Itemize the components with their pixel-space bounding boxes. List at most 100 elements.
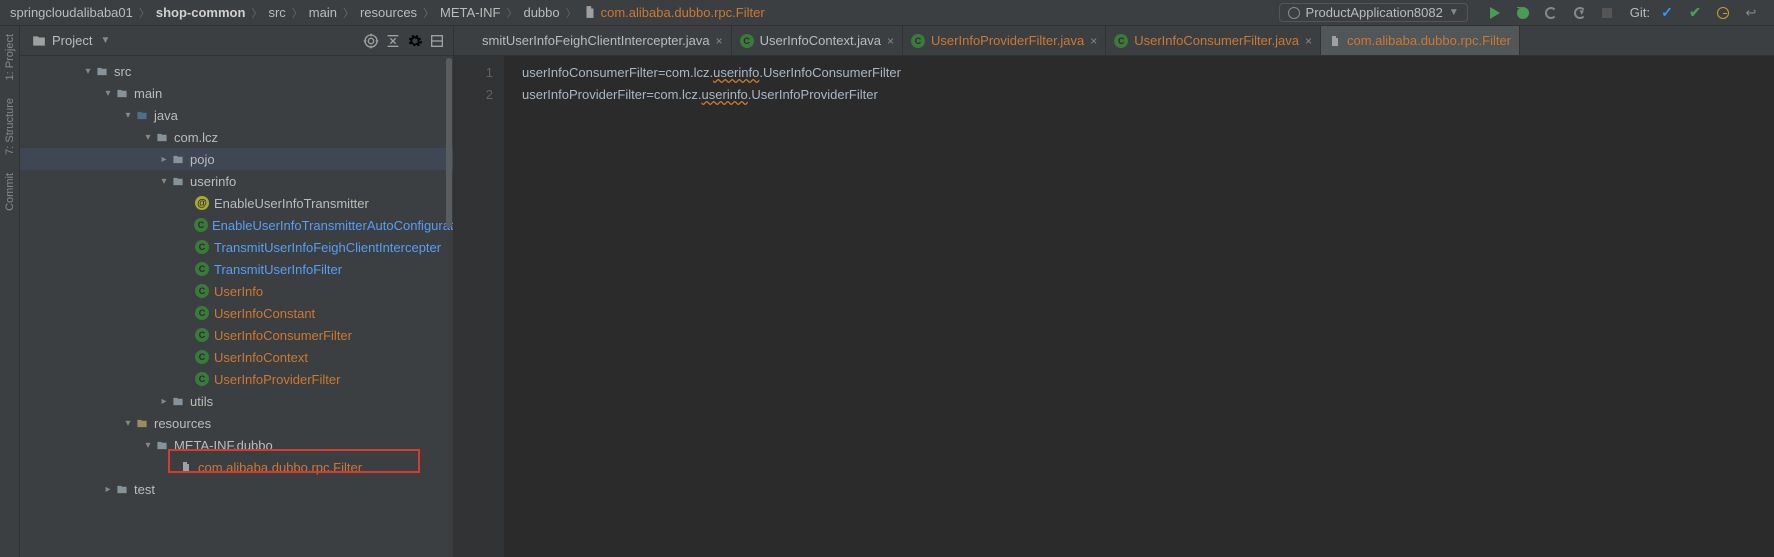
crumb[interactable]: main [305,5,341,20]
code-text: userInfoConsumerFilter=com.lcz. [522,65,713,80]
editor-tab[interactable]: C smitUserInfoFeighClientIntercepter.jav… [454,26,732,55]
tree-file-filter[interactable]: com.alibaba.dubbo.rpc.Filter [20,456,453,478]
package-icon [171,176,185,187]
class-icon: C [194,218,208,232]
tree-package-utils[interactable]: ▸utils [20,390,453,412]
play-icon [1490,7,1500,19]
tree-folder-main[interactable]: ▾main [20,82,453,104]
class-icon: C [195,328,209,342]
project-view-selector[interactable]: Project ▼ [32,33,110,48]
run-config-selector[interactable]: ProductApplication8082 ▼ [1279,3,1468,22]
crumb[interactable]: src [264,5,289,20]
tree-class[interactable]: CUserInfoProviderFilter [20,368,453,390]
run-button[interactable] [1488,6,1502,20]
tree-folder-java[interactable]: ▾java [20,104,453,126]
chevron-down-icon: ▼ [100,35,110,46]
tool-window-project[interactable]: 1: Project [4,34,16,80]
tree-class[interactable]: C UserInfoConsumerFilter [20,324,453,346]
vcs-history-button[interactable] [1716,6,1730,20]
tree-label: utils [190,394,213,409]
debug-button[interactable] [1516,6,1530,20]
vcs-update-button[interactable]: ✓ [1660,6,1674,20]
annotation-icon: @ [195,196,209,210]
settings-button[interactable] [407,33,423,49]
crumb-file[interactable]: com.alibaba.dubbo.rpc.Filter [579,5,769,20]
hide-icon [429,33,445,49]
tree-label: UserInfoConsumerFilter [214,328,352,343]
bug-icon [1288,7,1300,19]
gear-icon [407,33,423,49]
crumb[interactable]: resources [356,5,421,20]
git-label: Git: [1630,5,1650,20]
tree-folder-metainf[interactable]: ▾META-INF.dubbo [20,434,453,456]
tree-folder-src[interactable]: ▾src [20,60,453,82]
editor-area: C smitUserInfoFeighClientIntercepter.jav… [454,26,1774,557]
tab-label: smitUserInfoFeighClientIntercepter.java [482,33,710,48]
hide-button[interactable] [429,33,445,49]
folder-icon [95,66,109,77]
crumb[interactable]: META-INF [436,5,504,20]
package-icon [155,132,169,143]
scrollbar-thumb[interactable] [446,58,452,228]
folder-icon [115,484,129,495]
chevron-right-icon: ▸ [158,154,170,165]
run-config-name: ProductApplication8082 [1306,5,1443,20]
tree-class[interactable]: CUserInfo [20,280,453,302]
crumb-root[interactable]: springcloudalibaba01 [6,5,137,20]
tree-package-pojo[interactable]: ▸ pojo [20,148,453,170]
collapse-all-button[interactable] [385,33,401,49]
code-text: .UserInfoProviderFilter [748,87,878,102]
tree-class[interactable]: @EnableUserInfoTransmitter [20,192,453,214]
close-tab-button[interactable]: × [887,34,894,48]
run-with-coverage-button[interactable] [1544,6,1558,20]
editor-tabs: C smitUserInfoFeighClientIntercepter.jav… [454,26,1774,56]
tree-label: test [134,482,155,497]
editor-tab[interactable]: C UserInfoContext.java × [732,26,903,55]
chevron-right-icon: ▸ [102,484,114,495]
tree-class[interactable]: CUserInfoContext [20,346,453,368]
chevron-down-icon: ▾ [82,66,94,77]
tree-label: java [154,108,178,123]
close-tab-button[interactable]: × [1090,34,1097,48]
tree-class[interactable]: CEnableUserInfoTransmitterAutoConfigurat… [20,214,453,236]
tree-class[interactable]: CTransmitUserInfoFilter [20,258,453,280]
editor-tab[interactable]: C UserInfoProviderFilter.java × [903,26,1106,55]
profiler-button[interactable]: ▾ [1572,6,1586,20]
chevron-down-icon: ▾ [102,88,114,99]
tree-package-userinfo[interactable]: ▾userinfo [20,170,453,192]
tree-label: TransmitUserInfoFeighClientIntercepter [214,240,441,255]
tree-folder-test[interactable]: ▸ test [20,478,453,500]
tree-label: TransmitUserInfoFilter [214,262,342,277]
tree-class[interactable]: CTransmitUserInfoFeighClientIntercepter [20,236,453,258]
crumb-module[interactable]: shop-common [152,5,250,20]
select-opened-file-button[interactable] [363,33,379,49]
editor-tab-active[interactable]: com.alibaba.dubbo.rpc.Filter [1321,26,1520,55]
tool-window-structure[interactable]: 7: Structure [4,98,16,155]
vcs-rollback-button[interactable]: ↩ [1744,6,1758,20]
chevron-down-icon: ▾ [1580,7,1585,18]
editor-tab[interactable]: C UserInfoConsumerFilter.java × [1106,26,1321,55]
code-text-warning: userinfo [713,65,759,80]
tool-window-commit[interactable]: Commit [4,173,16,211]
tree-label: pojo [190,152,215,167]
vcs-commit-button[interactable]: ✔ [1688,6,1702,20]
tree-class[interactable]: CUserInfoConstant [20,302,453,324]
code-editor[interactable]: 1 2 userInfoConsumerFilter=com.lcz.useri… [454,56,1774,557]
class-icon: C [740,34,754,48]
crumb[interactable]: dubbo [519,5,563,20]
chevron-right-icon: 〉 [343,5,354,21]
tree-label: com.alibaba.dubbo.rpc.Filter [198,460,362,475]
close-tab-button[interactable]: × [1305,34,1312,48]
tree-package-comlcz[interactable]: ▾com.lcz [20,126,453,148]
project-tree-scrollbar[interactable] [445,56,453,557]
chevron-down-icon: ▼ [1449,7,1459,18]
close-tab-button[interactable]: × [716,34,723,48]
stop-button[interactable] [1600,6,1614,20]
project-panel-title: Project [52,33,92,48]
project-tree[interactable]: ▾src ▾main ▾java ▾com.lcz ▸pojo ▾userinf… [20,56,453,557]
tree-folder-resources[interactable]: ▾resources [20,412,453,434]
editor-content[interactable]: userInfoConsumerFilter=com.lcz.userinfo.… [504,56,1774,557]
package-icon [171,396,185,407]
line-number: 2 [454,84,493,106]
class-icon: C [195,284,209,298]
